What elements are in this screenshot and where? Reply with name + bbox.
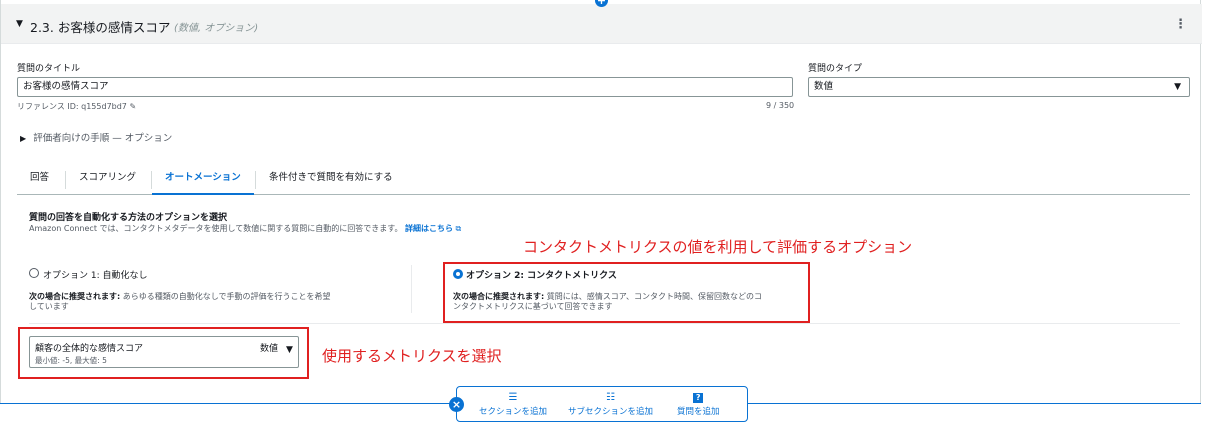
expand-caret-icon: ▶ (20, 134, 27, 143)
automation-description: Amazon Connect では、コンタクトメタデータを使用して数値に関する質… (29, 223, 461, 234)
option-1-rec-text-2: しています (29, 302, 69, 311)
option-1-recommendation: 次の場合に推奨されます: あらゆる種類の自動化なしで手動の評価を行うことを希望 … (29, 292, 389, 312)
option-1-rec-text: あらゆる種類の自動化なしで手動の評価を行うことを希望 (122, 292, 331, 301)
question-title-label: 質問のタイトル (17, 64, 81, 74)
reference-id: リファレンス ID: q155d7bd7 ✎ (17, 101, 136, 112)
more-actions-icon[interactable]: ⋮ (1174, 17, 1187, 32)
char-count: 9 / 350 (766, 101, 795, 110)
collapse-caret-icon[interactable]: ▼ (16, 19, 23, 29)
add-section-button[interactable]: ☰ セクションを追加 (479, 392, 548, 418)
tab-bar: 回答 スコアリング オートメーション 条件付きで質問を有効にする (17, 165, 1190, 195)
automation-heading: 質問の回答を自動化する方法のオプションを選択 (29, 213, 228, 223)
tab-answers[interactable]: 回答 (17, 165, 62, 195)
question-title-input[interactable]: お客様の感情スコア (17, 77, 793, 97)
option-1-radio[interactable] (29, 268, 39, 278)
option-1-rec-bold: 次の場合に推奨されます: (29, 292, 121, 301)
dropdown-arrow-icon: ▼ (1174, 82, 1181, 92)
external-link-icon: ⧉ (455, 224, 462, 233)
learn-more-link[interactable]: 詳細はこちら (405, 224, 453, 233)
tab-automation[interactable]: オートメーション (152, 165, 254, 195)
option-1-label[interactable]: オプション 1: 自動化なし (43, 268, 147, 281)
options-divider (411, 265, 412, 313)
automation-description-text: Amazon Connect では、コンタクトメタデータを使用して数値に関する質… (29, 224, 403, 233)
section-header: ▼ 2.3. お客様の感情スコア (数値, オプション) ⋮ (1, 4, 1202, 44)
edit-pencil-icon[interactable]: ✎ (129, 102, 136, 111)
add-item-toolbar: ☰ セクションを追加 ☷ サブセクションを追加 ? 質問を追加 (456, 386, 748, 422)
add-section-label: セクションを追加 (479, 407, 548, 417)
evaluator-instructions-label: 評価者向けの手順 — オプション (33, 133, 173, 144)
add-subsection-button[interactable]: ☷ サブセクションを追加 (568, 392, 654, 418)
question-type-value: 数値 (814, 81, 834, 92)
tab-conditional[interactable]: 条件付きで質問を有効にする (256, 165, 406, 195)
add-question-label: 質問を追加 (677, 407, 720, 417)
add-subsection-label: サブセクションを追加 (568, 407, 654, 417)
annotation-contact-metrics: コンタクトメトリクスの値を利用して評価するオプション (523, 238, 913, 256)
close-toolbar-icon[interactable]: × (449, 397, 464, 412)
annotation-box-option-2 (443, 262, 810, 323)
question-type-label: 質問のタイプ (808, 64, 863, 74)
sublist-icon: ☷ (606, 392, 615, 403)
add-question-button[interactable]: ? 質問を追加 (677, 393, 720, 417)
tab-scoring[interactable]: スコアリング (66, 165, 149, 195)
annotation-select-metric: 使用するメトリクスを選択 (322, 347, 502, 365)
annotation-box-metric-select (18, 327, 309, 379)
reference-id-text: リファレンス ID: q155d7bd7 (17, 102, 127, 111)
list-icon: ☰ (508, 392, 518, 403)
evaluator-instructions-toggle[interactable]: ▶ 評価者向けの手順 — オプション (20, 130, 172, 144)
section-title: 2.3. お客様の感情スコア (30, 20, 171, 35)
section-subtitle: (数値, オプション) (174, 23, 259, 34)
question-type-select[interactable]: 数値 ▼ (808, 77, 1190, 97)
question-icon: ? (677, 393, 720, 405)
section-divider (29, 323, 1180, 324)
